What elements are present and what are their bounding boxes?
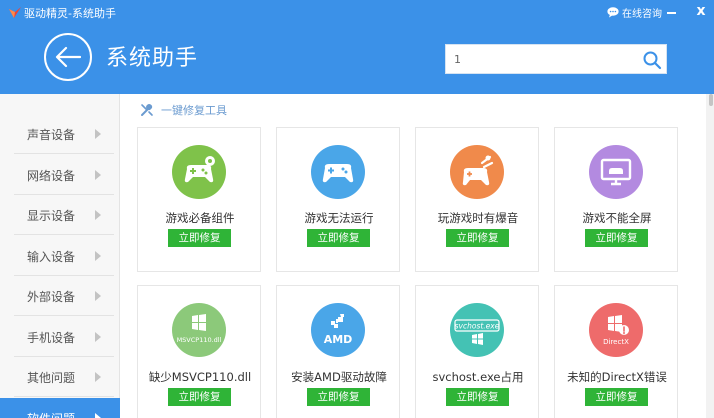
card-title: 玩游戏时有爆音 (437, 211, 519, 225)
section-title: 一键修复工具 (161, 104, 227, 117)
icon-badge-text: AMD (324, 333, 353, 346)
fix-now-button[interactable]: 立即修复 (446, 388, 509, 406)
fix-now-button[interactable]: 立即修复 (585, 388, 648, 406)
sidebar-item-label: 其他问题 (27, 371, 76, 385)
arrow-left-icon (55, 46, 81, 68)
sidebar-item-software[interactable]: 软件问题 (0, 398, 120, 418)
divider (14, 234, 114, 235)
directx-error-icon: DirectX (589, 303, 643, 357)
chevron-right-icon (95, 210, 101, 220)
search-box (445, 44, 667, 74)
card-title: 游戏无法运行 (304, 211, 374, 225)
card-title: 缺少MSVCP110.dll (148, 370, 252, 384)
scrollbar-thumb[interactable] (709, 94, 713, 106)
card-title: svchost.exe占用 (432, 370, 524, 384)
monitor-gamepad-icon (589, 145, 643, 199)
repair-card-game-fullscreen: 游戏不能全屏 立即修复 (554, 127, 678, 272)
repair-card-msvcp110: MSVCP110.dll 缺少MSVCP110.dll 立即修复 (137, 285, 261, 418)
search-input[interactable] (446, 45, 636, 73)
sidebar: 声音设备 网络设备 显示设备 输入设备 外部设备 手机设备 其他问题 软件问题 (0, 94, 120, 418)
fix-now-button[interactable]: 立即修复 (168, 388, 231, 406)
sidebar-item-sound[interactable]: 声音设备 (0, 114, 120, 154)
chevron-right-icon (95, 291, 101, 301)
app-title: 驱动精灵-系统助手 (24, 7, 116, 20)
sidebar-item-label: 外部设备 (27, 290, 76, 304)
page-title: 系统助手 (106, 46, 199, 71)
close-button[interactable]: x (692, 2, 710, 20)
repair-card-directx: DirectX 未知的DirectX错误 立即修复 (554, 285, 678, 418)
gamepad-settings-icon (172, 145, 226, 199)
sidebar-item-phone[interactable]: 手机设备 (0, 317, 120, 357)
repair-card-amd-driver: AMD 安装AMD驱动故障 立即修复 (276, 285, 400, 418)
card-title: 游戏必备组件 (165, 211, 235, 225)
repair-card-game-wont-run: 游戏无法运行 立即修复 (276, 127, 400, 272)
fix-now-button[interactable]: 立即修复 (446, 229, 509, 247)
sidebar-item-label: 输入设备 (27, 250, 76, 264)
chevron-right-icon (95, 251, 101, 261)
sidebar-item-network[interactable]: 网络设备 (0, 155, 120, 195)
sidebar-item-input[interactable]: 输入设备 (0, 236, 120, 276)
icon-badge-text: svchost.exe (455, 322, 500, 331)
divider (14, 153, 114, 154)
header: 驱动精灵-系统助手 在线咨询 x 系统助手 (0, 0, 714, 94)
icon-badge-text: MSVCP110.dll (177, 336, 222, 344)
sidebar-item-label: 软件问题 (27, 410, 75, 418)
icon-badge-text: DirectX (603, 338, 629, 346)
repair-card-game-components: 游戏必备组件 立即修复 (137, 127, 261, 272)
sidebar-item-label: 手机设备 (27, 331, 76, 345)
svchost-icon: svchost.exe (450, 303, 504, 357)
chevron-right-icon (95, 129, 101, 139)
online-help-label: 在线咨询 (622, 9, 662, 20)
repair-card-game-crackle: 玩游戏时有爆音 立即修复 (415, 127, 539, 272)
card-title: 未知的DirectX错误 (567, 370, 667, 384)
scrollbar-track[interactable] (706, 94, 714, 418)
app-logo-icon (9, 7, 21, 18)
back-button[interactable] (44, 33, 92, 81)
chevron-right-icon (95, 170, 101, 180)
card-title: 游戏不能全屏 (582, 211, 652, 225)
chat-bubble-icon (607, 7, 619, 18)
sidebar-item-display[interactable]: 显示设备 (0, 195, 120, 235)
sidebar-item-other[interactable]: 其他问题 (0, 357, 120, 397)
amd-icon: AMD (311, 303, 365, 357)
repair-card-svchost: svchost.exe svchost.exe占用 立即修复 (415, 285, 539, 418)
gamepad-icon (311, 145, 365, 199)
sidebar-item-label: 声音设备 (27, 128, 76, 142)
sidebar-item-label: 网络设备 (27, 169, 76, 183)
search-icon[interactable] (642, 50, 662, 70)
chevron-right-icon (95, 413, 101, 418)
fix-now-button[interactable]: 立即修复 (585, 229, 648, 247)
divider (14, 315, 114, 316)
sidebar-item-label: 显示设备 (27, 209, 76, 223)
fix-now-button[interactable]: 立即修复 (307, 388, 370, 406)
card-title: 安装AMD驱动故障 (291, 370, 387, 384)
fix-now-button[interactable]: 立即修复 (168, 229, 231, 247)
windows-dll-icon: MSVCP110.dll (172, 303, 226, 357)
fix-now-button[interactable]: 立即修复 (307, 229, 370, 247)
online-help-link[interactable]: 在线咨询 (607, 5, 662, 20)
gamepad-sound-icon (450, 145, 504, 199)
minimize-button[interactable] (664, 4, 680, 20)
title-bar: 驱动精灵-系统助手 在线咨询 x (0, 0, 714, 26)
chevron-right-icon (95, 372, 101, 382)
divider (14, 396, 114, 397)
tools-icon (141, 104, 153, 116)
section-header: 一键修复工具 (140, 102, 227, 118)
chevron-right-icon (95, 332, 101, 342)
sidebar-item-external[interactable]: 外部设备 (0, 276, 120, 316)
